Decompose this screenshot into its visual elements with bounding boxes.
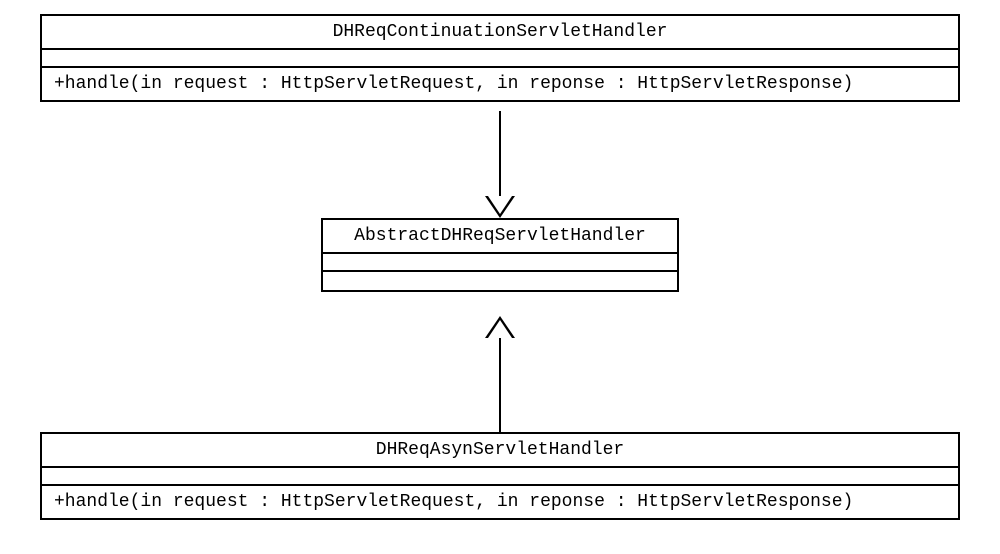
class-name: DHReqAsynServletHandler (42, 434, 958, 468)
class-attributes-empty (42, 50, 958, 68)
generalization-line-bottom (499, 338, 501, 432)
class-operation: +handle(in request : HttpServletRequest,… (42, 68, 958, 100)
class-operations-empty (323, 272, 677, 290)
class-attributes-empty (42, 468, 958, 486)
class-name: DHReqContinuationServletHandler (42, 16, 958, 50)
generalization-arrow-top-fill (488, 196, 512, 214)
class-name: AbstractDHReqServletHandler (323, 220, 677, 254)
generalization-arrow-bottom-fill (488, 320, 512, 338)
class-attributes-empty (323, 254, 677, 272)
generalization-line-top (499, 111, 501, 196)
uml-class-asyn-handler: DHReqAsynServletHandler +handle(in reque… (40, 432, 960, 520)
uml-class-continuation-handler: DHReqContinuationServletHandler +handle(… (40, 14, 960, 102)
uml-class-abstract-handler: AbstractDHReqServletHandler (321, 218, 679, 292)
class-operation: +handle(in request : HttpServletRequest,… (42, 486, 958, 518)
